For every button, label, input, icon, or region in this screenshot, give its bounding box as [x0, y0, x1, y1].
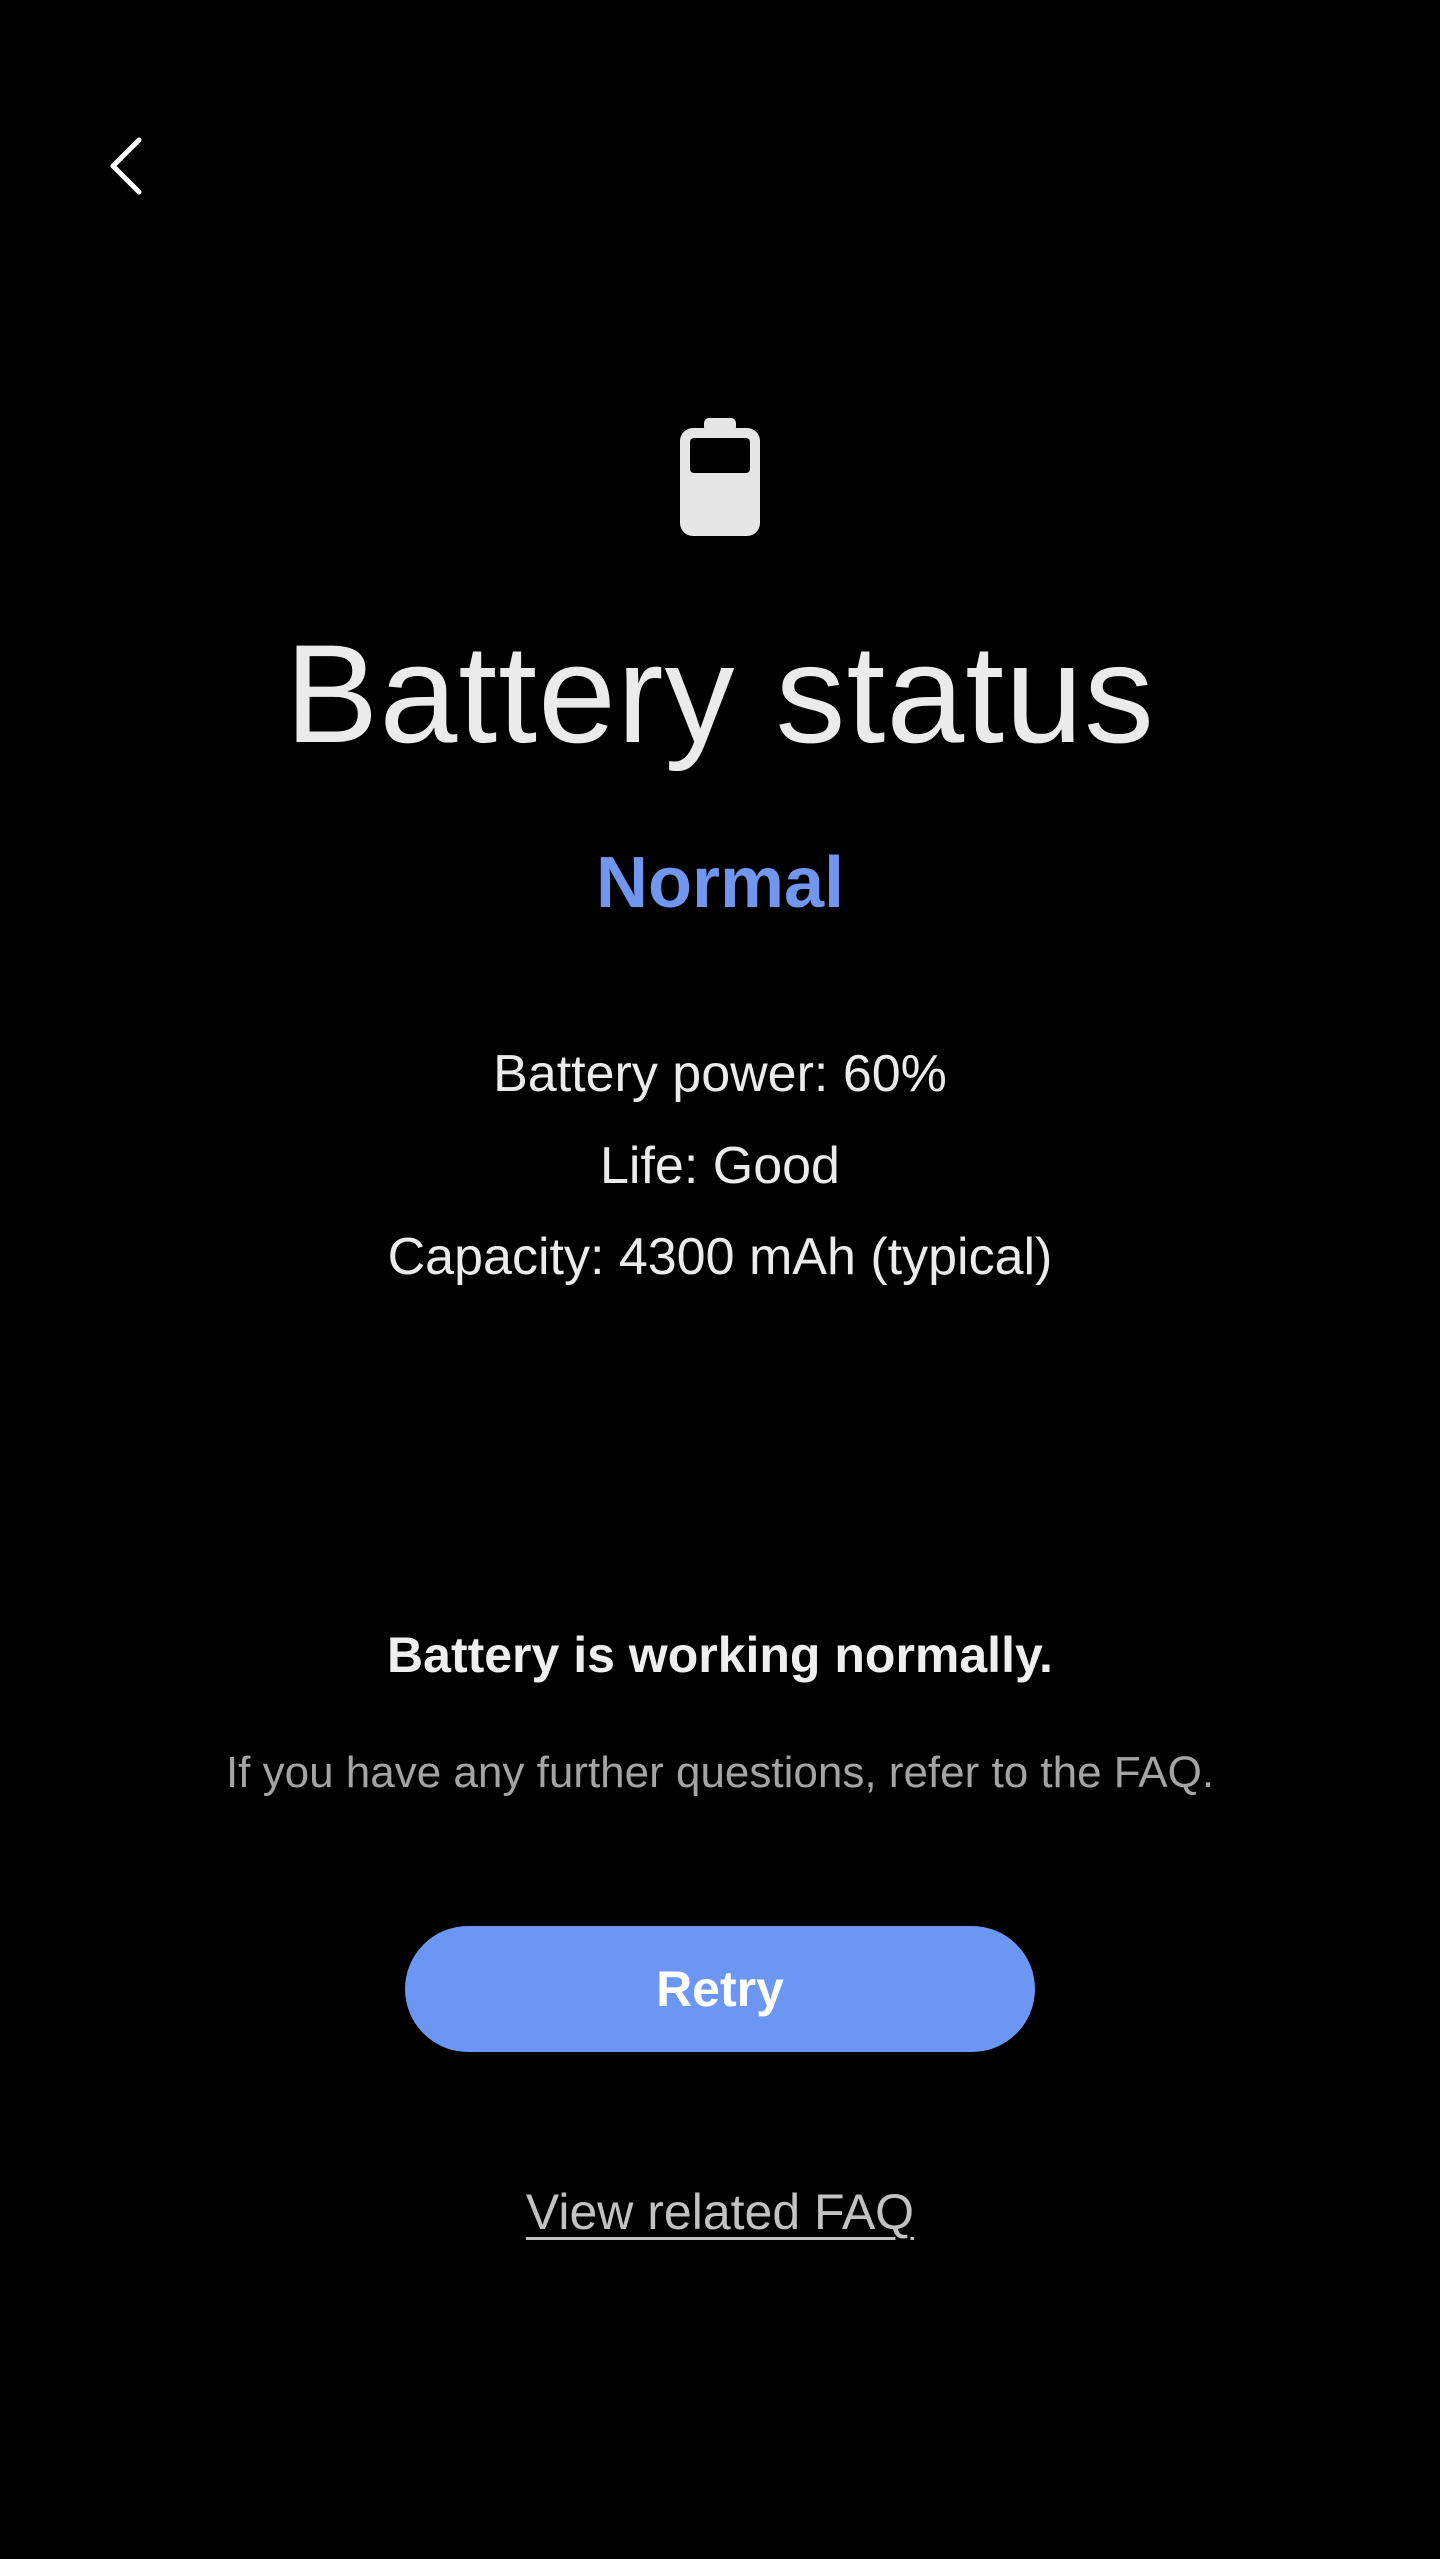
page-title: Battery status: [285, 615, 1155, 772]
chevron-left-icon: [110, 137, 142, 195]
battery-capacity-text: Capacity: 4300 mAh (typical): [387, 1228, 1053, 1286]
battery-status-value: Normal: [595, 843, 845, 923]
battery-life-text: Life: Good: [600, 1137, 840, 1195]
battery-power-text: Battery power: 60%: [493, 1045, 947, 1103]
battery-icon: [680, 418, 760, 536]
back-button[interactable]: [90, 120, 162, 212]
status-message-heading: Battery is working normally.: [387, 1627, 1053, 1683]
retry-button[interactable]: Retry: [405, 1926, 1035, 2052]
status-message-body: If you have any further questions, refer…: [225, 1748, 1215, 1797]
battery-empty-area: [690, 438, 750, 473]
view-faq-link-row: View related FAQ: [0, 2175, 1440, 2249]
view-related-faq-link[interactable]: View related FAQ: [526, 2184, 914, 2240]
